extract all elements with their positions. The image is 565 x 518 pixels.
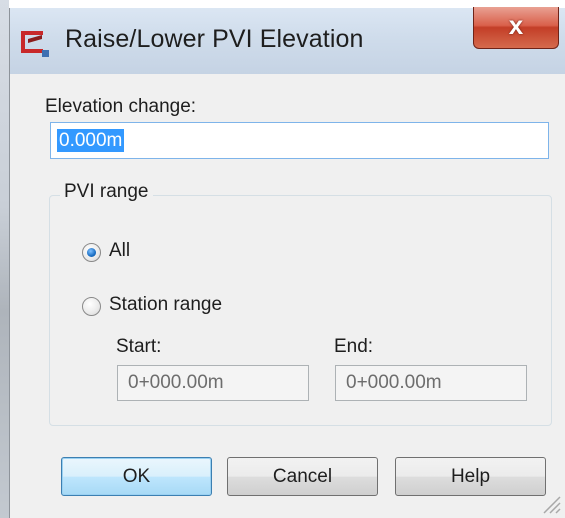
background-window-edge: [0, 0, 9, 518]
window-title: Raise/Lower PVI Elevation: [65, 25, 364, 53]
end-station-input[interactable]: 0+000.00m: [335, 365, 527, 401]
ok-button[interactable]: OK: [61, 457, 212, 496]
radio-all[interactable]: [82, 243, 101, 262]
close-button[interactable]: x: [473, 7, 559, 49]
elevation-change-input[interactable]: 0.000m: [50, 122, 549, 159]
close-icon: x: [508, 10, 524, 40]
title-bar[interactable]: Raise/Lower PVI Elevation x: [10, 7, 565, 74]
radio-station-range-label[interactable]: Station range: [109, 294, 222, 316]
dialog-content: Elevation change: 0.000m PVI range All S…: [18, 74, 557, 510]
end-label: End:: [334, 336, 374, 357]
start-station-input[interactable]: 0+000.00m: [117, 365, 309, 401]
elevation-change-value: 0.000m: [57, 129, 125, 152]
elevation-change-label: Elevation change:: [45, 96, 197, 117]
radio-all-label[interactable]: All: [109, 240, 130, 262]
dialog-window: Raise/Lower PVI Elevation x Elevation ch…: [9, 7, 565, 518]
raise-lower-pvi-app-icon: [21, 31, 49, 57]
radio-station-range[interactable]: [82, 297, 101, 316]
start-label: Start:: [116, 336, 162, 357]
resize-grip-icon[interactable]: [539, 492, 561, 514]
pvi-range-title: PVI range: [60, 181, 153, 203]
help-button[interactable]: Help: [395, 457, 546, 496]
cancel-button[interactable]: Cancel: [227, 457, 378, 496]
